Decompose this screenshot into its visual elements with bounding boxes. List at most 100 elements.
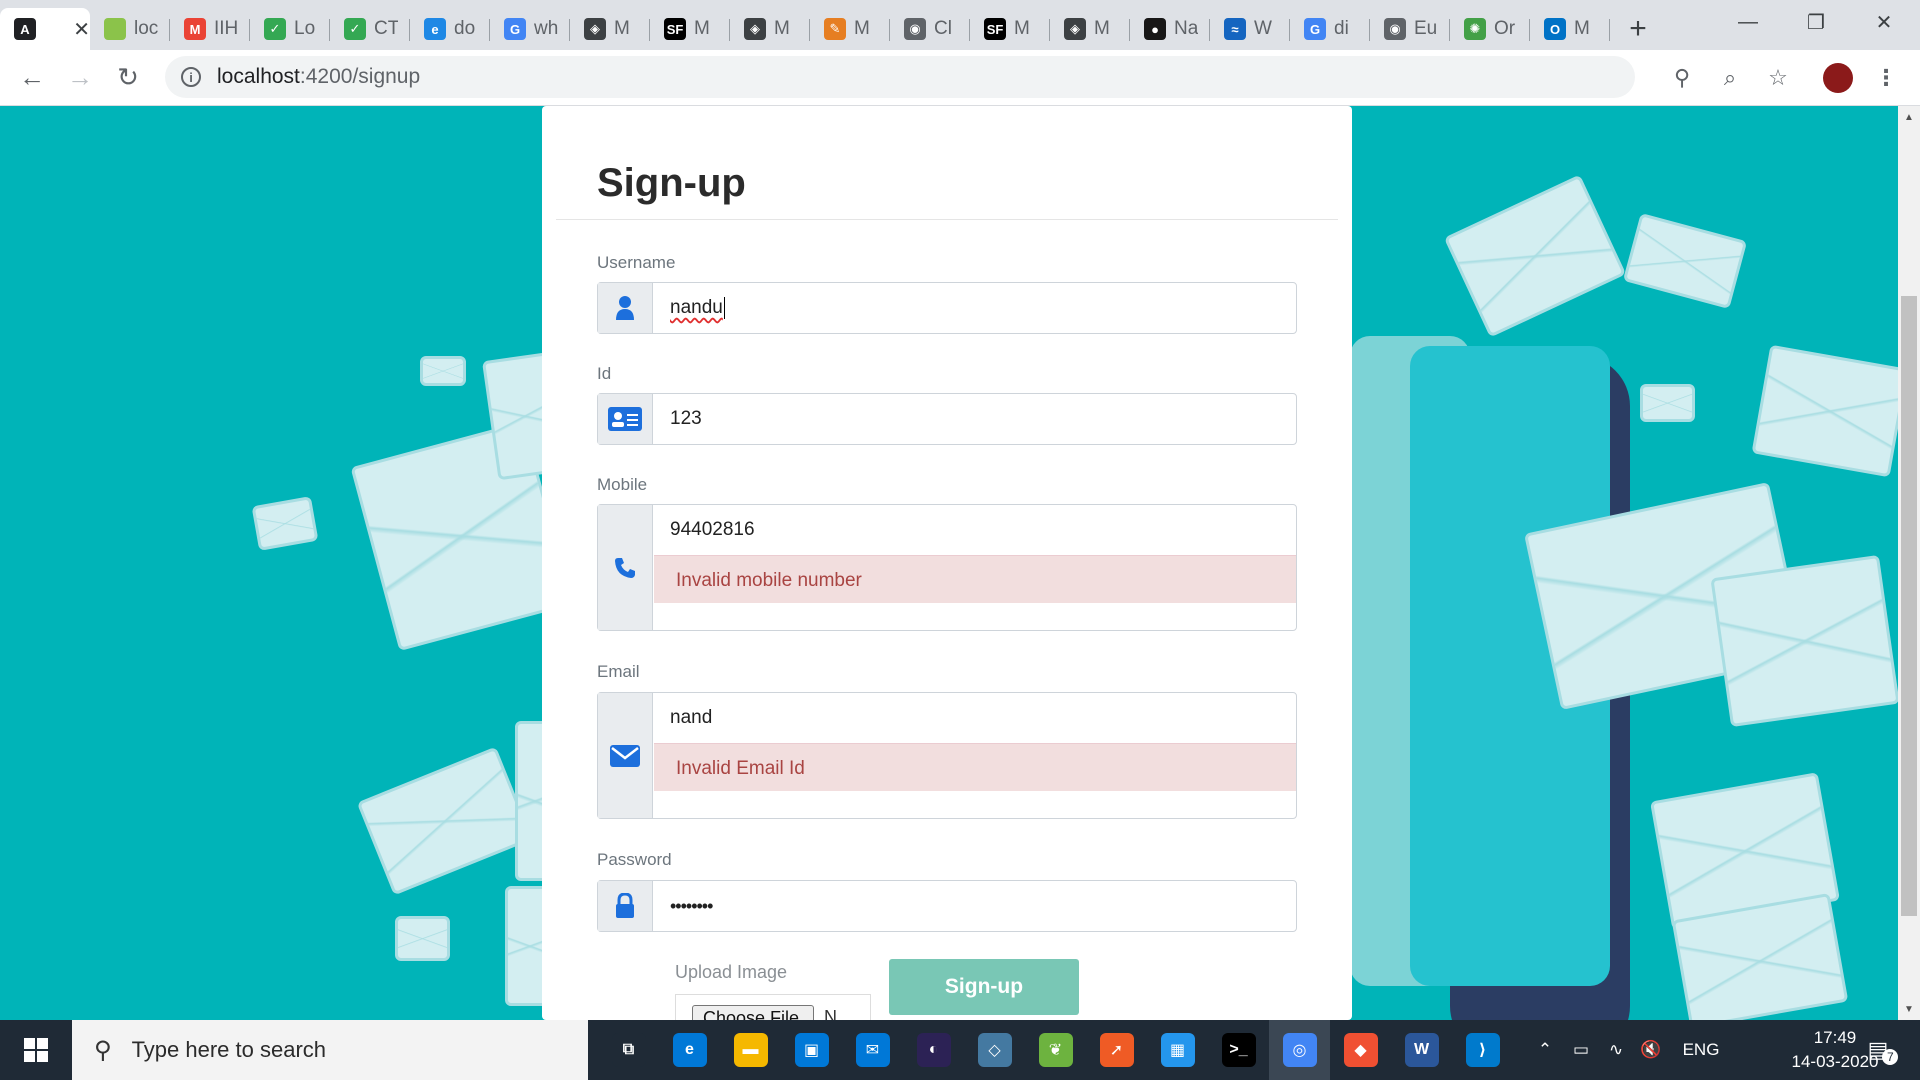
browser-tab[interactable]: ≈ W [1210, 8, 1290, 50]
arrow-left-icon: ← [19, 62, 45, 92]
tab-title: CT [374, 18, 398, 39]
restore-button[interactable]: ❐ [1782, 0, 1850, 44]
taskbar-app[interactable]: ➚ [1086, 1020, 1147, 1080]
taskbar-app[interactable]: ❦ [1025, 1020, 1086, 1080]
upload-image-field: Choose File N [675, 994, 871, 1020]
profile-avatar[interactable] [1814, 50, 1862, 106]
chrome-icon: ◎ [1282, 1033, 1317, 1067]
terminal-icon: >_ [1221, 1033, 1256, 1067]
bookmark-star-icon[interactable]: ☆ [1754, 50, 1802, 106]
start-button[interactable] [0, 1020, 72, 1080]
close-window-button[interactable]: ✕ [1850, 0, 1918, 44]
taskbar-app[interactable]: >_ [1208, 1020, 1269, 1080]
taskbar-app[interactable]: ▦ [1147, 1020, 1208, 1080]
browser-tab[interactable]: ◈ M [1050, 8, 1130, 50]
key-icon[interactable]: ⚲ [1658, 50, 1706, 106]
envelope-icon [1710, 554, 1898, 728]
forward-button[interactable]: → [56, 50, 104, 106]
minimize-button[interactable]: — [1714, 0, 1782, 44]
taskbar-app[interactable]: ▣ [781, 1020, 842, 1080]
username-value: nandu [670, 297, 723, 318]
wifi-icon[interactable]: ∿ [1600, 1020, 1632, 1080]
tab-separator [1609, 19, 1610, 41]
taskbar-app[interactable]: W [1391, 1020, 1452, 1080]
browser-tab[interactable]: M IIH [170, 8, 250, 50]
reload-button[interactable]: ↻ [104, 50, 152, 106]
tab-close-icon[interactable]: ✕ [73, 17, 90, 42]
id-card-icon [608, 407, 642, 431]
language-indicator[interactable]: ENG [1676, 1020, 1726, 1080]
check-icon: ✓ [344, 18, 366, 40]
vscode-icon: ⟩ [1465, 1033, 1500, 1067]
no-file-text: N [824, 1007, 837, 1020]
word-icon: W [1404, 1033, 1439, 1067]
tray-chevron-icon[interactable]: ⌃ [1530, 1020, 1560, 1080]
taskbar-app[interactable]: ⟩ [1452, 1020, 1513, 1080]
zoom-icon[interactable]: ⌕ [1706, 50, 1754, 106]
browser-tab[interactable]: OM [1530, 8, 1610, 50]
page-scrollbar[interactable]: ▲ ▼ [1898, 106, 1920, 1020]
taskbar-app[interactable]: ◎ [1269, 1020, 1330, 1080]
browser-tab[interactable]: Gwh [490, 8, 570, 50]
phone-icon [615, 557, 635, 578]
browser-tab[interactable]: ✺ Or [1450, 8, 1530, 50]
globe-icon: ◉ [1384, 18, 1406, 40]
action-center-button[interactable]: ▤ 7 [1858, 1020, 1908, 1080]
browser-tab[interactable]: Gdi [1290, 8, 1370, 50]
browser-tab[interactable]: loc [90, 8, 170, 50]
diamond-icon: ◈ [1064, 18, 1086, 40]
browser-tab[interactable]: SF M [970, 8, 1050, 50]
id-input[interactable]: 123 [654, 394, 1296, 444]
file-explorer-icon: ▬ [733, 1033, 768, 1067]
username-input[interactable]: nandu [654, 283, 1296, 333]
edge-icon: e [672, 1033, 707, 1067]
taskbar-app[interactable]: ▬ [720, 1020, 781, 1080]
browser-tab[interactable]: ● Na [1130, 8, 1210, 50]
browser-tab[interactable]: ✓ Lo [250, 8, 330, 50]
signup-button[interactable]: Sign-up [889, 959, 1079, 1015]
mobile-input[interactable]: 94402816 [654, 505, 1296, 555]
menu-icon[interactable]: ⋮ [1862, 50, 1910, 106]
browser-tab[interactable]: ◉ Cl [890, 8, 970, 50]
new-tab-button[interactable]: + [1610, 8, 1666, 50]
scroll-up-icon[interactable]: ▲ [1898, 106, 1920, 128]
tab-title: di [1334, 18, 1349, 39]
url-host: localhost [217, 65, 300, 88]
google-icon: G [504, 18, 526, 40]
info-icon[interactable]: i [181, 67, 201, 87]
taskbar-app[interactable]: ◆ [1330, 1020, 1391, 1080]
tab-title: Cl [934, 18, 952, 39]
tab-title: IIH [214, 18, 238, 39]
taskbar-search[interactable]: ⚲ Type here to search [72, 1020, 588, 1080]
search-icon: ⚲ [94, 1036, 112, 1064]
battery-icon[interactable]: ▭ [1565, 1020, 1597, 1080]
browser-tab[interactable]: SF M [650, 8, 730, 50]
gmail-icon: M [184, 18, 206, 40]
taskbar-app[interactable]: ✉ [842, 1020, 903, 1080]
scroll-down-icon[interactable]: ▼ [1898, 998, 1920, 1020]
address-bar[interactable]: i localhost:4200/signup [165, 56, 1635, 98]
choose-file-button[interactable]: Choose File [692, 1005, 814, 1020]
browser-tab[interactable]: ◈ M [730, 8, 810, 50]
browser-tab[interactable]: ◉ Eu [1370, 8, 1450, 50]
browser-tab[interactable]: ◈ M [570, 8, 650, 50]
taskbar-app[interactable]: ◐ [903, 1020, 964, 1080]
id-value: 123 [670, 408, 702, 429]
mobile-label: Mobile [597, 475, 648, 494]
browser-tab[interactable]: ✎ M [810, 8, 890, 50]
leaf-icon [104, 18, 126, 40]
scrollbar-thumb[interactable] [1901, 296, 1917, 916]
back-button[interactable]: ← [8, 50, 56, 106]
browser-tab[interactable]: A ✕ [0, 8, 90, 50]
browser-tab[interactable]: ✓ CT [330, 8, 410, 50]
git-icon: ◆ [1343, 1033, 1378, 1067]
password-input[interactable]: •••••••• [654, 881, 1296, 931]
lock-icon [616, 893, 634, 918]
browser-tab[interactable]: e do [410, 8, 490, 50]
taskbar-app[interactable]: ◇ [964, 1020, 1025, 1080]
envelope-icon [356, 746, 534, 896]
volume-muted-icon[interactable]: 🔇 [1635, 1020, 1667, 1080]
taskbar-app[interactable]: e [659, 1020, 720, 1080]
email-input[interactable]: nand [654, 693, 1296, 743]
taskbar-app[interactable]: ⧉ [598, 1020, 659, 1080]
